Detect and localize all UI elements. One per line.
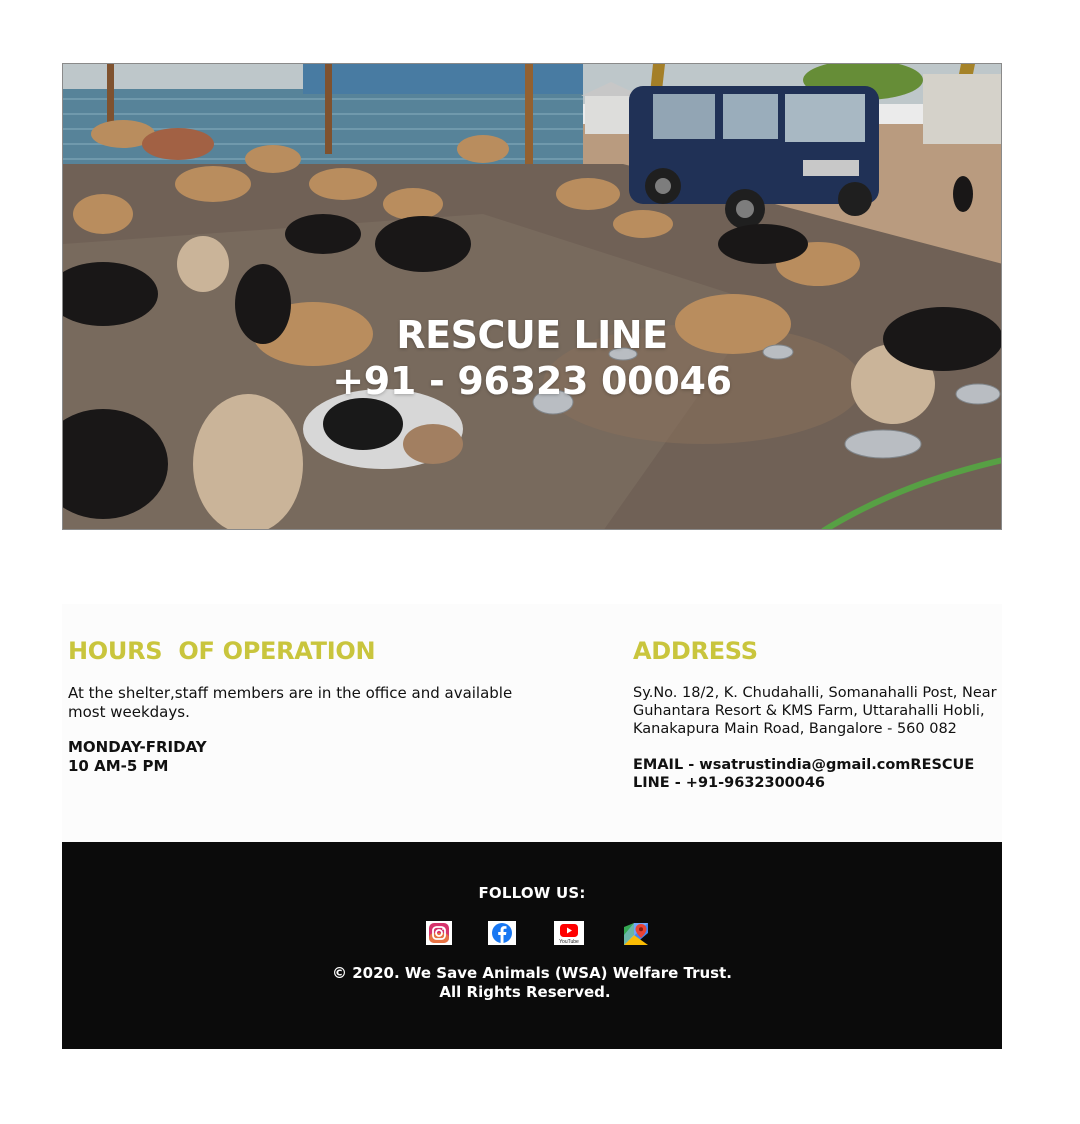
rescue-line-title: RESCUE LINE: [396, 313, 668, 357]
copyright-line-2: All Rights Reserved.: [439, 983, 611, 1001]
social-icons: YouTube: [426, 921, 656, 947]
instagram-icon[interactable]: [426, 921, 452, 945]
hours-of-operation: HOURS OF OPERATION At the shelter,staff …: [68, 636, 538, 776]
hours-days: MONDAY-FRIDAY: [68, 738, 207, 756]
address-heading: ADDRESS: [633, 637, 758, 665]
hours-description: At the shelter,staff members are in the …: [68, 684, 513, 721]
follow-us-label: FOLLOW US:: [478, 884, 586, 902]
rescue-line-phone[interactable]: +91 - 96323 00046: [63, 358, 1001, 404]
rescue-line-overlay: RESCUE LINE +91 - 96323 00046: [63, 312, 1001, 404]
facebook-icon[interactable]: [488, 921, 516, 945]
youtube-icon-label: YouTube: [559, 939, 579, 945]
address-block: ADDRESS Sy.No. 18/2, K. Chudahalli, Soma…: [633, 636, 1003, 792]
hero-banner: RESCUE LINE +91 - 96323 00046: [62, 63, 1002, 530]
hours-heading: HOURS OF OPERATION: [68, 637, 376, 665]
copyright: © 2020. We Save Animals (WSA) Welfare Tr…: [62, 964, 1002, 1002]
site-footer: FOLLOW US: YouTube © 2020. We Save Anima…: [62, 842, 1002, 1049]
contact-email-phone[interactable]: EMAIL - wsatrustindia@gmail.comRESCUE LI…: [633, 756, 1003, 792]
youtube-icon[interactable]: YouTube: [554, 921, 584, 945]
info-section: HOURS OF OPERATION At the shelter,staff …: [62, 604, 1002, 842]
google-maps-icon[interactable]: [622, 921, 648, 945]
address-text: Sy.No. 18/2, K. Chudahalli, Somanahalli …: [633, 685, 997, 737]
hero-photo-dogs-at-shelter: [63, 64, 1001, 529]
hours-time: 10 AM-5 PM: [68, 757, 169, 775]
copyright-line-1: © 2020. We Save Animals (WSA) Welfare Tr…: [332, 964, 732, 982]
